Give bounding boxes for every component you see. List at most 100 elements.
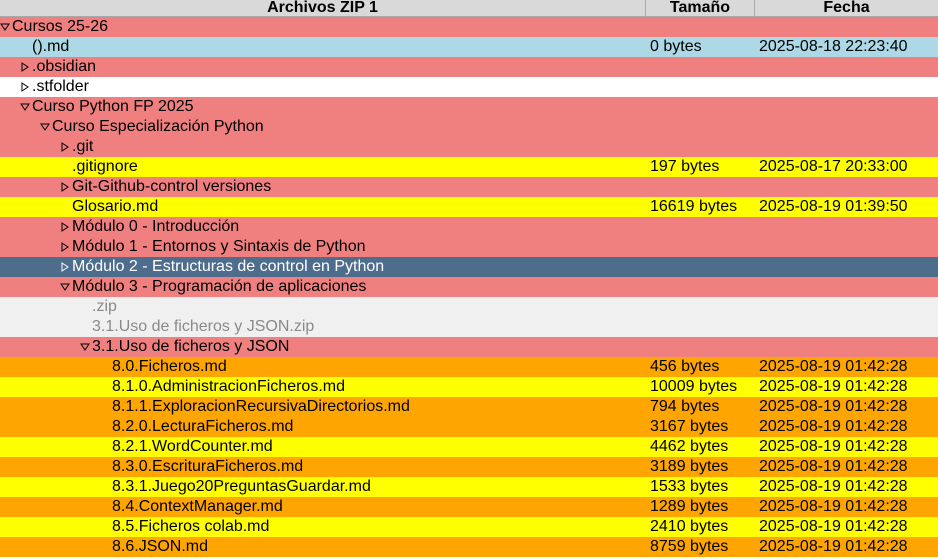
tree-row[interactable]: 8.5.Ficheros colab.md 2410 bytes 2025-08-1… (0, 517, 938, 537)
tree-row-date (755, 337, 938, 357)
collapse-triangle-right-icon[interactable] (60, 220, 70, 234)
column-header-date[interactable]: Fecha (755, 0, 938, 17)
tree-row-date: 2025-08-19 01:42:28 (759, 418, 908, 435)
tree-row[interactable]: 8.3.1.Juego20PreguntasGuardar.md 1533 byt… (0, 477, 938, 497)
tree-row-date: 2025-08-19 01:42:28 (759, 538, 908, 555)
zip-file-tree: Archivos ZIP 1 Tamaño Fecha Cursos 25-26… (0, 0, 938, 559)
tree-row-label: 3.1.Uso de ficheros y JSON (92, 338, 290, 355)
tree-row-size (646, 257, 755, 277)
expand-triangle-down-icon[interactable] (40, 120, 50, 134)
tree-row-date (755, 177, 938, 197)
expand-triangle-down-icon[interactable] (80, 340, 90, 354)
tree-row-date: 2025-08-19 01:42:28 (759, 518, 908, 535)
tree-row-name-cell: 3.1.Uso de ficheros y JSON.zip (0, 317, 646, 337)
tree-row-date: 2025-08-19 01:42:28 (759, 358, 908, 375)
tree-row[interactable]: Curso Python FP 2025 (0, 97, 938, 117)
tree-row-name-cell: 8.2.1.WordCounter.md (0, 437, 646, 457)
collapse-triangle-right-icon[interactable] (60, 180, 70, 194)
tree-row-date: 2025-08-19 01:42:28 (759, 398, 908, 415)
tree-row-name-cell: 8.1.0.AdministracionFicheros.md (0, 377, 646, 397)
tree-row-label: .obsidian (32, 58, 97, 75)
tree-row[interactable]: 3.1.Uso de ficheros y JSON (0, 337, 938, 357)
toggle-spacer (100, 400, 110, 414)
tree-row-label: Cursos 25-26 (12, 18, 109, 35)
tree-row-size: 16619 bytes (650, 198, 738, 215)
tree-row[interactable]: Glosario.md 16619 bytes 2025-08-19 01:39:5… (0, 197, 938, 217)
tree-row-name-cell: 8.3.1.Juego20PreguntasGuardar.md (0, 477, 646, 497)
tree-row-name-cell: Curso Python FP 2025 (0, 97, 646, 117)
tree-row-date: 2025-08-19 01:42:28 (759, 498, 908, 515)
tree-row-size (646, 117, 755, 137)
tree-row-label: 8.6.JSON.md (112, 538, 209, 555)
tree-row-size (646, 177, 755, 197)
tree-row[interactable]: Módulo 2 - Estructuras de control en Pyt… (0, 257, 938, 277)
tree-row[interactable]: 8.1.1.ExploracionRecursivaDirectorios.md… (0, 397, 938, 417)
column-header-size[interactable]: Tamaño (646, 0, 755, 17)
tree-row-label: Curso Python FP 2025 (32, 98, 194, 115)
tree-row[interactable]: .stfolder (0, 77, 938, 97)
toggle-spacer (100, 480, 110, 494)
toggle-spacer (100, 540, 110, 554)
toggle-spacer (80, 320, 90, 334)
tree-row[interactable]: 8.3.0.EscrituraFicheros.md 3189 bytes 2025… (0, 457, 938, 477)
tree-row[interactable]: 3.1.Uso de ficheros y JSON.zip (0, 317, 938, 337)
tree-row[interactable]: 8.2.1.WordCounter.md 4462 bytes 2025-08-19… (0, 437, 938, 457)
toggle-spacer (100, 440, 110, 454)
tree-row-date (755, 77, 938, 97)
tree-row-date (755, 117, 938, 137)
expand-triangle-down-icon[interactable] (60, 280, 70, 294)
tree-row-name-cell: Módulo 3 - Programación de aplicaciones (0, 277, 646, 297)
collapse-triangle-right-icon[interactable] (20, 60, 30, 74)
collapse-triangle-right-icon[interactable] (60, 240, 70, 254)
tree-row-date: 2025-08-19 01:39:50 (759, 198, 908, 215)
toggle-spacer (100, 500, 110, 514)
column-header-bar: Archivos ZIP 1 Tamaño Fecha (0, 0, 938, 17)
tree-row[interactable]: 8.0.Ficheros.md 456 bytes 2025-08-19 01:42… (0, 357, 938, 377)
tree-row-date: 2025-08-19 01:42:28 (759, 478, 908, 495)
toggle-spacer (100, 460, 110, 474)
tree-row-label: Módulo 3 - Programación de aplicaciones (72, 278, 367, 295)
tree-row[interactable]: 8.1.0.AdministracionFicheros.md 10009 byt… (0, 377, 938, 397)
tree-row-label: .stfolder (32, 78, 89, 95)
tree-row-name-cell: 3.1.Uso de ficheros y JSON (0, 337, 646, 357)
tree-row-label: .zip (92, 298, 117, 315)
tree-row-size (646, 297, 755, 317)
tree-row-name-cell: 8.4.ContextManager.md (0, 497, 646, 517)
tree-row[interactable]: .zip (0, 297, 938, 317)
tree-row-size: 3189 bytes (650, 458, 729, 475)
expand-triangle-down-icon[interactable] (20, 100, 30, 114)
tree-row[interactable]: .git (0, 137, 938, 157)
tree-row-label: Glosario.md (72, 198, 159, 215)
expand-triangle-down-icon[interactable] (0, 20, 10, 34)
tree-row[interactable]: Módulo 3 - Programación de aplicaciones (0, 277, 938, 297)
tree-row[interactable]: Cursos 25-26 (0, 17, 938, 37)
tree-row[interactable]: ().md 0 bytes 2025-08-18 22:23:40 (0, 37, 938, 57)
tree-row-size: 8759 bytes (650, 538, 729, 555)
tree-row-name-cell: .gitignore (0, 157, 646, 177)
tree-row[interactable]: Git-Github-control versiones (0, 177, 938, 197)
tree-row[interactable]: 8.2.0.LecturaFicheros.md 3167 bytes 2025-0… (0, 417, 938, 437)
tree-row-date (755, 297, 938, 317)
tree-row[interactable]: Curso Especialización Python (0, 117, 938, 137)
tree-row[interactable]: .gitignore 197 bytes 2025-08-17 20:33:00 (0, 157, 938, 177)
tree-row-size: 3167 bytes (650, 418, 729, 435)
tree-row-date: 2025-08-18 22:23:40 (759, 38, 908, 55)
tree-row-size (646, 77, 755, 97)
tree-row[interactable]: Módulo 1 - Entornos y Sintaxis de Python (0, 237, 938, 257)
tree-row[interactable]: .obsidian (0, 57, 938, 77)
collapse-triangle-right-icon[interactable] (60, 260, 70, 274)
tree-row-name-cell: .zip (0, 297, 646, 317)
toggle-spacer (60, 160, 70, 174)
tree-row-size (646, 237, 755, 257)
tree-row-name-cell: ().md (0, 37, 646, 57)
tree-row-date (755, 317, 938, 337)
tree-row-size: 794 bytes (650, 398, 720, 415)
tree-row[interactable]: 8.6.JSON.md 8759 bytes 2025-08-19 01:42:28 (0, 537, 938, 557)
column-header-name[interactable]: Archivos ZIP 1 (0, 0, 646, 17)
collapse-triangle-right-icon[interactable] (60, 140, 70, 154)
tree-row[interactable]: 8.4.ContextManager.md 1289 bytes 2025-08-1… (0, 497, 938, 517)
tree-row[interactable]: Módulo 0 - Introducción (0, 217, 938, 237)
tree-row-label: 8.2.0.LecturaFicheros.md (112, 418, 294, 435)
toggle-spacer (20, 40, 30, 54)
collapse-triangle-right-icon[interactable] (20, 80, 30, 94)
